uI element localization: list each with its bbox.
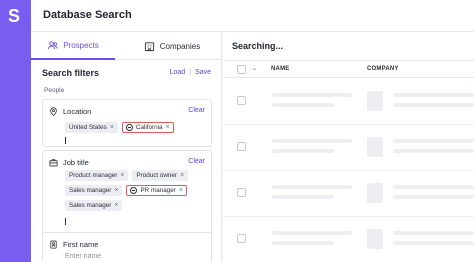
remove-chip-icon[interactable]: ×	[114, 202, 118, 209]
briefcase-icon	[49, 159, 58, 167]
section-label-people: People	[44, 87, 65, 94]
loading-placeholder	[393, 139, 474, 143]
job-title-filter-label: Job title	[63, 158, 89, 167]
load-button[interactable]: Load	[170, 69, 186, 76]
location-chips: United States × California ×	[65, 122, 205, 133]
job-title-chips: Product manager × Product owner × Sales …	[65, 170, 205, 211]
exclude-icon	[125, 124, 133, 131]
location-clear-button[interactable]: Clear	[188, 107, 205, 114]
row-checkbox[interactable]	[237, 234, 246, 243]
job-title-clear-button[interactable]: Clear	[188, 158, 205, 165]
page-title: Database Search	[43, 9, 132, 21]
chip-label: United States	[69, 124, 107, 131]
location-filter-label: Location	[63, 107, 92, 116]
loading-placeholder	[393, 195, 474, 199]
results-status: Searching...	[232, 41, 284, 51]
row-checkbox[interactable]	[237, 188, 246, 197]
save-button[interactable]: Save	[195, 69, 211, 76]
loading-placeholder	[272, 103, 334, 107]
app-rail: S	[0, 0, 31, 262]
loading-placeholder	[272, 139, 352, 143]
location-pin-icon	[50, 107, 57, 116]
chip-label: Sales manager	[69, 202, 112, 209]
table-row[interactable]	[223, 171, 474, 217]
top-bar: Database Search	[31, 0, 474, 32]
loading-placeholder	[367, 137, 383, 157]
loading-placeholder	[272, 93, 352, 97]
loading-placeholder	[272, 195, 334, 199]
job-title-text-cursor[interactable]	[65, 218, 66, 225]
table-row[interactable]	[223, 125, 474, 171]
table-row[interactable]	[223, 79, 474, 125]
remove-chip-icon[interactable]: ×	[179, 187, 183, 194]
results-table-header: ⌄ NAME COMPANY	[223, 60, 474, 78]
location-chip-united-states[interactable]: United States ×	[65, 122, 118, 133]
tab-prospects-label: Prospects	[63, 40, 99, 50]
remove-chip-icon[interactable]: ×	[120, 172, 124, 179]
tab-companies[interactable]: Companies	[127, 32, 217, 60]
chevron-down-icon[interactable]: ⌄	[252, 65, 257, 72]
loading-placeholder	[393, 231, 474, 235]
app-logo[interactable]: S	[8, 6, 20, 27]
loading-placeholder	[367, 229, 383, 249]
chip-label: Sales manager	[69, 187, 112, 194]
job-chip-sales-manager-2[interactable]: Sales manager ×	[65, 200, 123, 211]
tab-companies-label: Companies	[159, 41, 201, 51]
table-row[interactable]	[223, 217, 474, 262]
first-name-filter-label: First name	[63, 240, 99, 249]
id-card-icon	[50, 240, 57, 249]
tab-bar: Prospects Companies	[31, 32, 222, 60]
loading-placeholder	[393, 103, 474, 107]
loading-placeholder	[367, 91, 383, 111]
location-filter: Location Clear United States × Californi…	[42, 99, 212, 147]
column-header-name[interactable]: NAME	[271, 66, 289, 72]
location-chip-california-excluded[interactable]: California ×	[121, 122, 174, 133]
chip-label: Product owner	[136, 172, 178, 179]
exclude-icon	[130, 187, 138, 194]
building-icon	[144, 41, 154, 51]
filters-panel: Prospects Companies Search filters Load …	[31, 32, 222, 262]
location-filter-header: Location	[49, 107, 91, 116]
job-chip-pr-manager-excluded[interactable]: PR manager ×	[126, 185, 187, 196]
loading-placeholder	[393, 149, 474, 153]
loading-placeholder	[272, 241, 334, 245]
row-checkbox[interactable]	[237, 142, 246, 151]
remove-chip-icon[interactable]: ×	[110, 124, 114, 131]
loading-placeholder	[393, 241, 474, 245]
first-name-input[interactable]: Enter name	[65, 253, 101, 260]
loading-placeholder	[393, 93, 474, 97]
remove-chip-icon[interactable]: ×	[166, 124, 170, 131]
loading-placeholder	[272, 149, 334, 153]
job-chip-product-owner[interactable]: Product owner ×	[132, 170, 189, 181]
chip-label: PR manager	[140, 187, 176, 194]
loading-placeholder	[367, 183, 383, 203]
actions-separator: |	[189, 69, 192, 76]
first-name-filter-header: First name	[49, 240, 98, 249]
chip-label: California	[135, 124, 163, 131]
people-icon	[48, 40, 58, 49]
location-text-cursor[interactable]	[65, 137, 66, 144]
loading-placeholder	[272, 185, 352, 189]
filters-title: Search filters	[42, 68, 100, 78]
tab-prospects[interactable]: Prospects	[31, 32, 115, 60]
remove-chip-icon[interactable]: ×	[114, 187, 118, 194]
filters-actions: Load | Save	[170, 69, 211, 76]
row-checkbox[interactable]	[237, 96, 246, 105]
chip-label: Product manager	[69, 172, 118, 179]
results-panel: Searching... ⌄ NAME COMPANY	[223, 32, 474, 262]
loading-placeholder	[272, 231, 352, 235]
first-name-filter: First name Enter name	[42, 232, 212, 262]
remove-chip-icon[interactable]: ×	[180, 172, 184, 179]
column-header-company[interactable]: COMPANY	[367, 66, 399, 72]
job-title-filter-header: Job title	[49, 158, 89, 167]
job-chip-sales-manager[interactable]: Sales manager ×	[65, 185, 123, 196]
loading-placeholder	[393, 185, 474, 189]
select-all-checkbox[interactable]	[237, 65, 246, 74]
job-chip-product-manager[interactable]: Product manager ×	[65, 170, 129, 181]
